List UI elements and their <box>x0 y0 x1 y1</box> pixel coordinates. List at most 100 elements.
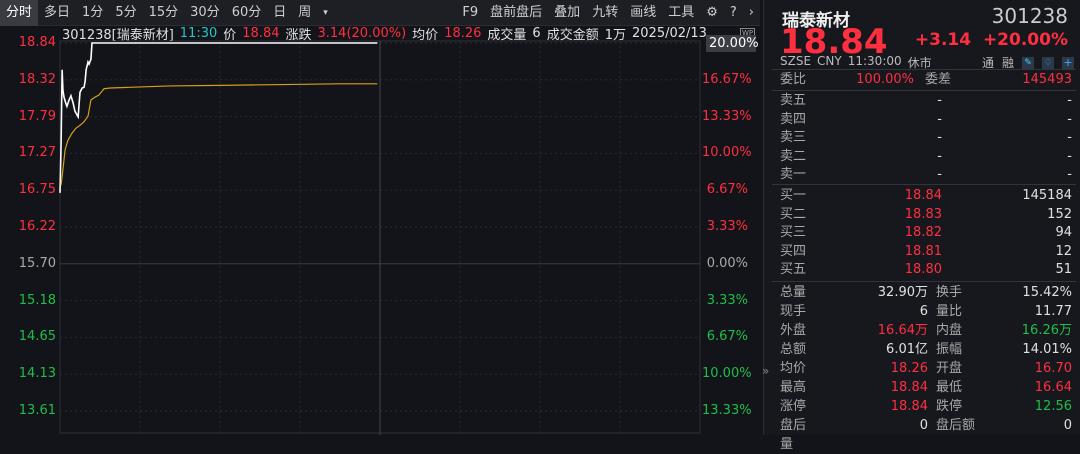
pct-axis-label: 10.00% <box>702 145 752 161</box>
level-volume: - <box>1067 167 1072 183</box>
wc-value: 145493 <box>1022 72 1072 87</box>
stat-value: 12.56 <box>1034 399 1072 414</box>
order-book-row: 卖五 - - <box>780 91 1072 110</box>
stat-row: 涨停 18.84 跌停 12.56 <box>780 397 1072 416</box>
stat-label: 均价 <box>780 361 807 376</box>
level-label: 买二 <box>780 206 807 222</box>
order-book-row: 卖四 - - <box>780 110 1072 129</box>
stat-row: 盘后量 0 盘后额 0 <box>780 416 1072 452</box>
level-price: 18.83 <box>904 206 942 222</box>
avg-price-line <box>60 83 378 186</box>
level-volume: 12 <box>1055 243 1072 259</box>
stat-label: 跌停 <box>936 399 963 414</box>
change-pct: +20.00% <box>982 30 1068 50</box>
wb-value: 100.00% <box>856 72 914 87</box>
stat-row: 总量 32.90万 换手 15.42% <box>780 283 1072 302</box>
level-price: 18.84 <box>904 188 942 203</box>
stat-value: 16.26万 <box>1021 323 1072 338</box>
price-axis-label: 14.65 <box>18 329 56 345</box>
bell-icon[interactable]: ♢ <box>1042 56 1054 69</box>
change-amount: +3.14 <box>914 30 972 50</box>
stat-value: 6.01亿 <box>886 342 928 357</box>
level-label: 卖三 <box>780 130 807 146</box>
intraday-chart[interactable] <box>0 0 760 435</box>
stat-value: 6 <box>919 304 928 319</box>
stat-label: 换手 <box>936 285 963 300</box>
price-axis-label: 15.18 <box>18 292 56 308</box>
stat-label: 现手 <box>780 304 807 319</box>
pct-axis-label: 13.33% <box>702 403 752 418</box>
order-book-row: 买三 18.82 94 <box>780 223 1072 242</box>
pct-axis-label: 0.00% <box>706 255 748 271</box>
level-volume: 145184 <box>1022 188 1072 203</box>
price-axis-label: 14.13 <box>18 366 56 382</box>
price-axis-label: 16.75 <box>18 182 56 198</box>
stat-row: 最高 18.84 最低 16.64 <box>780 378 1072 397</box>
pencil-icon[interactable]: ✎ <box>1022 56 1034 69</box>
level-label: 买三 <box>780 225 807 241</box>
price-axis-label: 17.79 <box>18 108 56 124</box>
quote-panel: 瑞泰新材 301238 18.84 +3.14 +20.00% SZSE CNY 1… <box>762 0 1080 452</box>
level-price: 18.81 <box>904 243 942 259</box>
stat-label: 总量 <box>780 285 807 300</box>
pct-axis-label: 3.33% <box>706 219 748 234</box>
stat-label: 盘后额 <box>936 418 976 433</box>
stat-value: 16.70 <box>1034 361 1072 376</box>
stat-value: 0 <box>919 418 928 433</box>
order-book-row: 买一 18.84 145184 <box>780 186 1072 205</box>
stat-label: 振幅 <box>936 342 963 357</box>
pct-axis-label: 16.67% <box>702 71 752 87</box>
price-axis-label: 13.61 <box>18 403 56 418</box>
price-axis-label: 18.32 <box>18 71 56 87</box>
level-volume: 51 <box>1055 262 1072 278</box>
stat-label: 量比 <box>936 304 963 319</box>
order-book-row: 卖三 - - <box>780 128 1072 147</box>
level-price: 18.80 <box>904 262 942 278</box>
stat-label: 最低 <box>936 380 963 395</box>
stat-value: 32.90万 <box>877 285 928 300</box>
stat-label: 盘后量 <box>780 418 807 452</box>
level-volume: 94 <box>1055 225 1072 241</box>
level-label: 卖四 <box>780 111 807 127</box>
order-book-row: 买五 18.80 51 <box>780 260 1072 279</box>
stat-row: 总额 6.01亿 振幅 14.01% <box>780 340 1072 359</box>
wc-label: 委差 <box>925 72 952 87</box>
stat-value: 0 <box>1063 418 1072 433</box>
level-label: 卖二 <box>780 148 807 164</box>
pct-axis-label: 10.00% <box>702 366 752 382</box>
level-volume: - <box>1067 148 1072 164</box>
stat-label: 最高 <box>780 380 807 395</box>
level-price: 18.82 <box>904 225 942 241</box>
order-book-row: 卖一 - - <box>780 165 1072 184</box>
level-label: 卖一 <box>780 167 807 183</box>
expand-panel-button[interactable]: » <box>762 364 769 378</box>
stat-label: 内盘 <box>936 323 963 338</box>
price-axis-label: 18.84 <box>18 35 56 50</box>
level-label: 买一 <box>780 188 807 203</box>
level-volume: - <box>1067 130 1072 146</box>
price-axis-label: 16.22 <box>18 219 56 234</box>
stat-label: 总额 <box>780 342 807 357</box>
price-axis-label: 17.27 <box>18 145 56 161</box>
level-volume: - <box>1067 111 1072 127</box>
level-price: - <box>937 130 942 146</box>
level-label: 买五 <box>780 262 807 278</box>
pct-axis-label: 6.67% <box>706 329 748 345</box>
pct-axis-label: 20.00% <box>706 35 759 52</box>
add-icon[interactable]: + <box>1062 56 1074 69</box>
order-book-row: 买四 18.81 12 <box>780 242 1072 261</box>
stat-value: 11.77 <box>1034 304 1072 319</box>
price-line <box>59 42 378 193</box>
level-volume: - <box>1067 93 1072 108</box>
stat-label: 开盘 <box>936 361 963 376</box>
level-label: 卖五 <box>780 93 807 108</box>
level-volume: 152 <box>1047 206 1072 222</box>
pct-axis-label: 3.33% <box>706 292 748 308</box>
stock-code: 301238 <box>991 4 1068 28</box>
pct-axis-label: 6.67% <box>706 182 748 198</box>
stat-row: 现手 6 量比 11.77 <box>780 302 1072 321</box>
level-price: - <box>937 111 942 127</box>
stat-value: 18.26 <box>890 361 928 376</box>
stat-value: 16.64 <box>1034 380 1072 395</box>
stat-label: 涨停 <box>780 399 807 414</box>
